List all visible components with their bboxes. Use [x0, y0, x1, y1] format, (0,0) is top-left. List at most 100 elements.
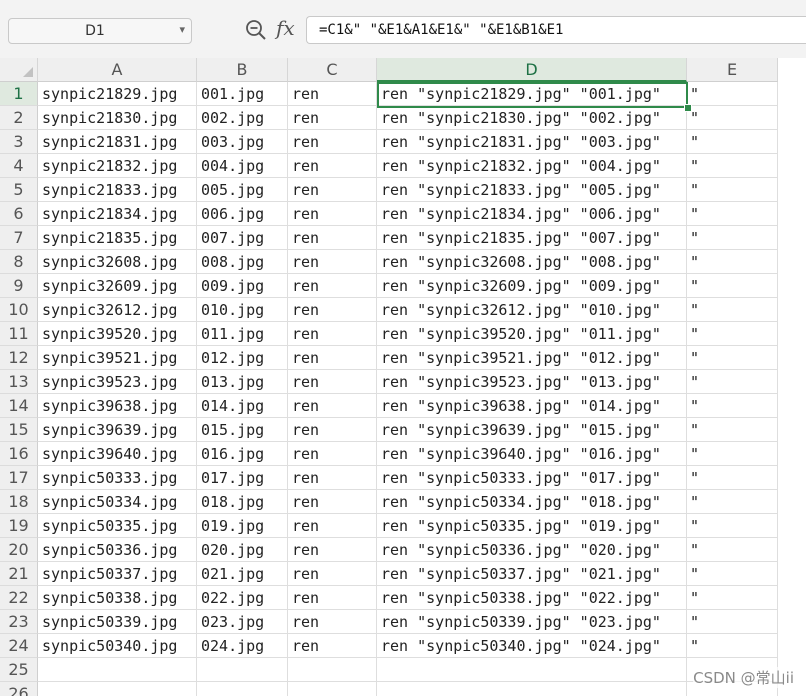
cell-c[interactable]: ren	[288, 346, 377, 370]
cell-b[interactable]: 017.jpg	[197, 466, 288, 490]
cell-e[interactable]: "	[687, 634, 778, 658]
row-header[interactable]: 4	[0, 154, 38, 178]
row-header[interactable]: 16	[0, 442, 38, 466]
column-header-d[interactable]: D	[377, 58, 687, 82]
cell-e[interactable]: "	[687, 610, 778, 634]
cell-d[interactable]: ren "synpic39638.jpg" "014.jpg"	[377, 394, 687, 418]
cell-e[interactable]: "	[687, 322, 778, 346]
cell-e[interactable]: "	[687, 370, 778, 394]
cell-c[interactable]: ren	[288, 178, 377, 202]
cell-d[interactable]: ren "synpic50338.jpg" "022.jpg"	[377, 586, 687, 610]
cell-b[interactable]: 005.jpg	[197, 178, 288, 202]
cell-b[interactable]: 004.jpg	[197, 154, 288, 178]
cell-d[interactable]: ren "synpic21829.jpg" "001.jpg"	[377, 82, 687, 106]
cell-c[interactable]: ren	[288, 226, 377, 250]
cell-c[interactable]: ren	[288, 322, 377, 346]
row-header[interactable]: 15	[0, 418, 38, 442]
cell-b[interactable]: 007.jpg	[197, 226, 288, 250]
column-header-a[interactable]: A	[38, 58, 197, 82]
cell-b[interactable]: 002.jpg	[197, 106, 288, 130]
cell-b[interactable]: 019.jpg	[197, 514, 288, 538]
cell-c[interactable]: ren	[288, 610, 377, 634]
cell-d[interactable]: ren "synpic21830.jpg" "002.jpg"	[377, 106, 687, 130]
row-header[interactable]: 22	[0, 586, 38, 610]
cell-c[interactable]	[288, 658, 377, 682]
cell-c[interactable]: ren	[288, 442, 377, 466]
cell-c[interactable]: ren	[288, 466, 377, 490]
cell-d[interactable]	[377, 658, 687, 682]
cell-e[interactable]: "	[687, 298, 778, 322]
cell-d[interactable]: ren "synpic50335.jpg" "019.jpg"	[377, 514, 687, 538]
cell-c[interactable]	[288, 682, 377, 696]
cell-e[interactable]: "	[687, 490, 778, 514]
row-header[interactable]: 3	[0, 130, 38, 154]
cell-e[interactable]: "	[687, 178, 778, 202]
cell-c[interactable]: ren	[288, 154, 377, 178]
cell-a[interactable]: synpic32608.jpg	[38, 250, 197, 274]
cell-b[interactable]: 009.jpg	[197, 274, 288, 298]
cell-b[interactable]: 013.jpg	[197, 370, 288, 394]
cell-d[interactable]: ren "synpic50337.jpg" "021.jpg"	[377, 562, 687, 586]
cell-b[interactable]: 012.jpg	[197, 346, 288, 370]
cell-b[interactable]: 023.jpg	[197, 610, 288, 634]
cell-a[interactable]: synpic21833.jpg	[38, 178, 197, 202]
cell-e[interactable]: "	[687, 106, 778, 130]
cell-e[interactable]: "	[687, 154, 778, 178]
cell-e[interactable]: "	[687, 394, 778, 418]
formula-input[interactable]: =C1&" "&E1&A1&E1&" "&E1&B1&E1	[306, 16, 806, 44]
cell-b[interactable]: 014.jpg	[197, 394, 288, 418]
row-header[interactable]: 13	[0, 370, 38, 394]
cell-a[interactable]: synpic32609.jpg	[38, 274, 197, 298]
cell-b[interactable]: 006.jpg	[197, 202, 288, 226]
row-header[interactable]: 8	[0, 250, 38, 274]
row-header[interactable]: 6	[0, 202, 38, 226]
cell-d[interactable]: ren "synpic50340.jpg" "024.jpg"	[377, 634, 687, 658]
cell-c[interactable]: ren	[288, 634, 377, 658]
cell-d[interactable]	[377, 682, 687, 696]
cell-b[interactable]: 022.jpg	[197, 586, 288, 610]
cell-e[interactable]: "	[687, 274, 778, 298]
cell-c[interactable]: ren	[288, 130, 377, 154]
select-all-corner[interactable]	[0, 58, 38, 82]
cell-b[interactable]: 016.jpg	[197, 442, 288, 466]
cell-a[interactable]: synpic21834.jpg	[38, 202, 197, 226]
cell-a[interactable]: synpic21832.jpg	[38, 154, 197, 178]
cell-a[interactable]	[38, 658, 197, 682]
cell-b[interactable]: 010.jpg	[197, 298, 288, 322]
cell-d[interactable]: ren "synpic21833.jpg" "005.jpg"	[377, 178, 687, 202]
column-header-b[interactable]: B	[197, 58, 288, 82]
cell-a[interactable]: synpic39523.jpg	[38, 370, 197, 394]
cell-d[interactable]: ren "synpic39521.jpg" "012.jpg"	[377, 346, 687, 370]
row-header[interactable]: 17	[0, 466, 38, 490]
cell-a[interactable]: synpic21830.jpg	[38, 106, 197, 130]
cell-b[interactable]: 020.jpg	[197, 538, 288, 562]
cell-b[interactable]: 018.jpg	[197, 490, 288, 514]
chevron-down-icon[interactable]: ▾	[179, 23, 185, 36]
cell-a[interactable]: synpic50335.jpg	[38, 514, 197, 538]
cell-a[interactable]: synpic50334.jpg	[38, 490, 197, 514]
cell-a[interactable]: synpic50338.jpg	[38, 586, 197, 610]
cell-d[interactable]: ren "synpic39523.jpg" "013.jpg"	[377, 370, 687, 394]
cell-a[interactable]: synpic21829.jpg	[38, 82, 197, 106]
row-header[interactable]: 14	[0, 394, 38, 418]
cell-c[interactable]: ren	[288, 394, 377, 418]
row-header[interactable]: 19	[0, 514, 38, 538]
row-header[interactable]: 12	[0, 346, 38, 370]
cell-e[interactable]: "	[687, 442, 778, 466]
cell-a[interactable]: synpic21835.jpg	[38, 226, 197, 250]
cell-c[interactable]: ren	[288, 562, 377, 586]
cell-b[interactable]: 021.jpg	[197, 562, 288, 586]
column-header-c[interactable]: C	[288, 58, 377, 82]
cell-e[interactable]: "	[687, 346, 778, 370]
cell-d[interactable]: ren "synpic50336.jpg" "020.jpg"	[377, 538, 687, 562]
row-header[interactable]: 11	[0, 322, 38, 346]
cell-c[interactable]: ren	[288, 106, 377, 130]
cell-a[interactable]: synpic50337.jpg	[38, 562, 197, 586]
cell-b[interactable]: 015.jpg	[197, 418, 288, 442]
cell-e[interactable]: "	[687, 250, 778, 274]
cell-d[interactable]: ren "synpic50333.jpg" "017.jpg"	[377, 466, 687, 490]
cell-e[interactable]: "	[687, 466, 778, 490]
row-header[interactable]: 24	[0, 634, 38, 658]
cell-a[interactable]: synpic50340.jpg	[38, 634, 197, 658]
cell-a[interactable]: synpic39638.jpg	[38, 394, 197, 418]
